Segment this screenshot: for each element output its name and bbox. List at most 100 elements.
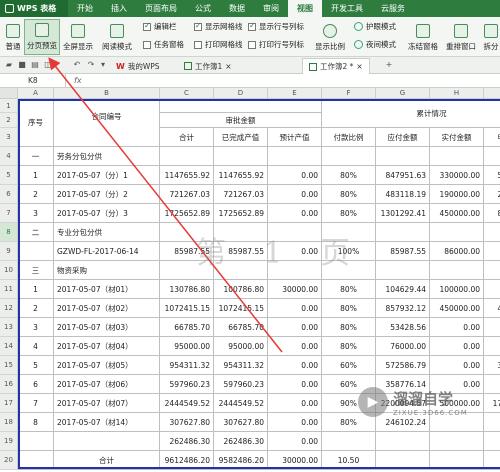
table-cell[interactable]: 76000.00 [484,337,500,356]
table-cell[interactable]: 0.00 [430,337,484,356]
table-cell[interactable] [376,451,430,470]
header-seq[interactable]: 序号 [18,99,54,147]
table-cell[interactable]: 80% [322,185,376,204]
table-cell[interactable]: 0.00 [430,318,484,337]
table-cell[interactable]: 2017-05-07（材01） [54,280,160,299]
table-cell[interactable]: 80% [322,299,376,318]
column-header-e[interactable]: E [268,88,322,99]
table-cell[interactable] [322,223,376,242]
header-request[interactable]: 申请金额 [484,128,500,147]
normal-view-button[interactable]: 普通 [2,19,24,55]
table-cell[interactable] [18,242,54,261]
table-cell[interactable]: 0.00 [268,318,322,337]
table-cell[interactable]: 90% [322,394,376,413]
table-cell[interactable]: 30000.00 [268,451,322,470]
table-cell[interactable]: 85987.55 [376,242,430,261]
table-cell[interactable] [322,261,376,280]
table-cell[interactable] [484,261,500,280]
row-header-13[interactable]: 13 [0,318,18,337]
menu-item-data[interactable]: 数据 [220,0,254,17]
column-header-f[interactable]: F [322,88,376,99]
show-gridlines-checkbox[interactable]: 显示网格线 [194,21,243,32]
table-cell[interactable]: 2 [18,299,54,318]
eye-protection-button[interactable]: 护眼模式 [354,21,396,32]
header-total[interactable]: 合计 [160,128,214,147]
table-cell[interactable] [18,451,54,470]
table-cell[interactable]: 450000.00 [430,204,484,223]
table-cell[interactable] [430,223,484,242]
print-icon[interactable]: ▤ [30,60,40,70]
table-cell[interactable]: 721267.03 [214,185,268,204]
table-cell[interactable]: 30000.00 [268,280,322,299]
undo-icon[interactable]: ↶ [72,60,82,70]
table-cell[interactable]: 合计 [54,451,160,470]
row-header-20[interactable]: 20 [0,451,18,470]
open-folder-icon[interactable]: ▰ [4,60,14,70]
table-cell[interactable] [214,261,268,280]
table-cell[interactable]: 2200094.57 [376,394,430,413]
table-cell[interactable]: 95000.00 [214,337,268,356]
row-header-2[interactable]: 2 [0,113,18,128]
task-pane-checkbox[interactable]: 任务窗格 [143,39,184,50]
table-cell[interactable]: 6 [18,375,54,394]
table-cell[interactable]: 847951.63 [376,166,430,185]
table-cell[interactable] [376,432,430,451]
table-cell[interactable]: 100% [322,242,376,261]
table-cell[interactable]: 2444549.52 [160,394,214,413]
table-cell[interactable]: 0.00 [484,242,500,261]
table-cell[interactable]: 0.00 [268,185,322,204]
table-cell[interactable]: 954311.32 [160,356,214,375]
table-cell[interactable]: 0.00 [268,432,322,451]
table-cell[interactable] [268,261,322,280]
table-cell[interactable]: 1072415.15 [160,299,214,318]
table-cell[interactable]: 1700000.00 [484,394,500,413]
row-header-8[interactable]: 8 [0,223,18,242]
table-cell[interactable]: 80% [322,413,376,432]
table-cell[interactable]: 1 [18,280,54,299]
table-cell[interactable]: 0.00 [268,394,322,413]
table-cell[interactable]: 2017-05-07（材03） [54,318,160,337]
chevron-down-icon[interactable]: ▾ [98,60,108,70]
table-cell[interactable]: 0.00 [268,166,322,185]
table-cell[interactable]: 50000.00 [484,375,500,394]
app-menu-button[interactable]: WPS 表格 [0,0,68,17]
table-cell[interactable]: 510000.00 [484,166,500,185]
menu-item-cloud[interactable]: 云服务 [372,0,414,17]
table-cell[interactable]: 300000.00 [484,356,500,375]
table-cell[interactable]: 597960.23 [214,375,268,394]
header-approved-amount[interactable]: 审批金额 [160,113,322,128]
table-cell[interactable]: 0.00 [268,356,322,375]
display-ratio-button[interactable]: 显示比例 [312,19,348,55]
table-cell[interactable]: 572586.79 [376,356,430,375]
table-cell[interactable]: 劳务分包分供 [54,147,160,166]
table-cell[interactable]: 3 [18,204,54,223]
table-cell[interactable] [484,223,500,242]
header-pay-ratio[interactable]: 付款比例 [322,128,376,147]
save-icon[interactable]: ■ [17,60,27,70]
table-cell[interactable]: 190000.00 [430,185,484,204]
menu-item-view[interactable]: 视图 [288,0,322,17]
table-cell[interactable]: 262486.30 [160,432,214,451]
table-cell[interactable]: 2017-05-07（材07） [54,394,160,413]
table-cell[interactable] [268,147,322,166]
table-cell[interactable]: 95000.00 [160,337,214,356]
row-header-1[interactable]: 1 [0,99,18,113]
column-header-i[interactable]: I [484,88,500,99]
tab-workbook2[interactable]: 工作簿2 * × [302,58,370,74]
table-cell[interactable]: 1072415.15 [214,299,268,318]
table-cell[interactable]: 50000.00 [484,280,500,299]
table-cell[interactable] [376,223,430,242]
table-cell[interactable]: 100786.80 [214,280,268,299]
table-cell[interactable]: 246102.24 [376,413,430,432]
table-cell[interactable]: 60% [322,375,376,394]
table-cell[interactable]: 500000.00 [430,394,484,413]
row-header-6[interactable]: 6 [0,185,18,204]
table-cell[interactable]: 66785.70 [214,318,268,337]
row-header-4[interactable]: 4 [0,147,18,166]
table-cell[interactable]: 5 [18,356,54,375]
new-tab-icon[interactable]: + [384,60,394,70]
table-cell[interactable] [160,147,214,166]
menu-item-start[interactable]: 开始 [68,0,102,17]
table-cell[interactable]: 76000.00 [376,337,430,356]
table-cell[interactable]: 80% [322,337,376,356]
